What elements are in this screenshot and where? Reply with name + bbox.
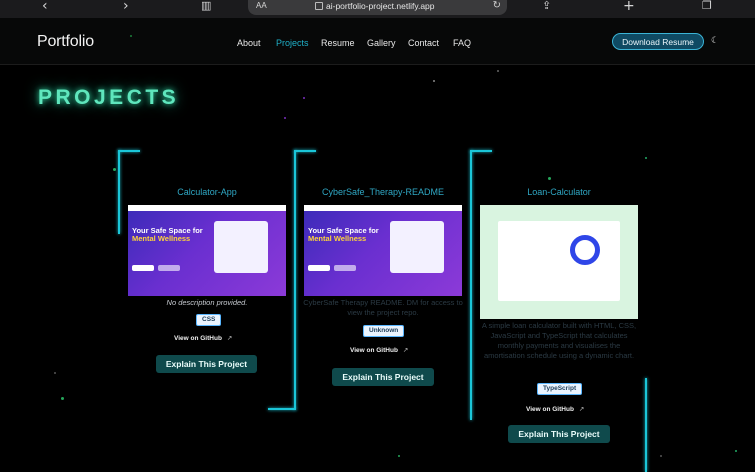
thumb-chat-panel — [390, 221, 444, 273]
download-resume-button[interactable]: Download Resume — [612, 33, 704, 50]
card-border-line — [118, 150, 140, 152]
lock-icon — [315, 2, 323, 10]
thumb-navbar — [304, 205, 462, 211]
star-dot — [61, 397, 64, 400]
brand-logo[interactable]: Portfolio — [37, 33, 94, 51]
github-link-label: View on GitHub — [174, 335, 222, 342]
plus-icon[interactable]: + — [623, 0, 635, 14]
star-dot — [660, 455, 662, 457]
tech-tag: TypeScript — [537, 383, 583, 395]
card-border-line — [294, 150, 296, 410]
nav-link-resume[interactable]: Resume — [321, 38, 355, 48]
nav-link-gallery[interactable]: Gallery — [367, 38, 396, 48]
project-thumbnail[interactable]: Your Safe Space for Mental Wellness — [128, 205, 286, 296]
project-thumbnail[interactable] — [480, 205, 638, 319]
nav-link-about[interactable]: About — [237, 38, 261, 48]
thumb-heading: Your Safe Space for Mental Wellness — [308, 226, 379, 243]
star-dot — [398, 455, 400, 457]
tabs-icon[interactable]: ❐ — [702, 0, 712, 14]
star-dot — [113, 168, 116, 171]
thumb-calculator-panel — [498, 221, 620, 301]
reload-icon[interactable]: ↻ — [493, 0, 501, 11]
chevron-left-icon[interactable]: ‹ — [42, 0, 48, 14]
github-link[interactable]: View on GitHub ↗ — [350, 346, 408, 354]
github-link-label: View on GitHub — [526, 406, 574, 413]
site-header: Portfolio About Projects Resume Gallery … — [0, 18, 755, 65]
thumb-button — [158, 265, 180, 271]
star-dot — [433, 80, 435, 82]
github-link[interactable]: View on GitHub ↗ — [526, 405, 584, 413]
star-dot — [497, 70, 499, 72]
thumb-navbar — [128, 205, 286, 211]
card-border-line — [268, 408, 296, 410]
external-link-icon: ↗ — [402, 347, 409, 354]
moon-icon[interactable]: ☾ — [711, 36, 719, 46]
explain-project-button[interactable]: Explain This Project — [332, 368, 434, 386]
star-dot — [645, 157, 647, 159]
project-description: No description provided. — [166, 298, 248, 307]
star-dot — [284, 117, 286, 119]
external-link-icon: ↗ — [226, 335, 233, 342]
star-dot — [735, 450, 737, 452]
star-dot — [54, 372, 56, 374]
nav-link-faq[interactable]: FAQ — [453, 38, 471, 48]
url-text[interactable]: ai-portfolio-project.netlify.app — [326, 1, 435, 11]
thumb-heading-highlight: Mental Wellness — [308, 234, 367, 243]
explain-project-button[interactable]: Explain This Project — [156, 355, 257, 373]
section-heading: PROJECTS — [38, 86, 180, 109]
card-border-line — [645, 378, 647, 472]
thumb-donut-chart — [570, 235, 600, 265]
github-link[interactable]: View on GitHub ↗ — [174, 334, 232, 342]
share-icon[interactable]: ⇪ — [542, 0, 551, 14]
nav-link-contact[interactable]: Contact — [408, 38, 439, 48]
browser-toolbar: ‹ › ▥ AA ai-portfolio-project.netlify.ap… — [0, 0, 755, 18]
thumb-chat-panel — [214, 221, 268, 273]
project-title[interactable]: CyberSafe_Therapy-README — [304, 187, 462, 197]
star-dot — [303, 97, 305, 99]
thumb-heading-highlight: Mental Wellness — [132, 234, 191, 243]
card-border-line — [470, 150, 492, 152]
nav-link-projects[interactable]: Projects — [276, 38, 309, 48]
project-title[interactable]: Loan-Calculator — [480, 187, 638, 197]
thumb-button — [308, 265, 330, 271]
reader-aa-button[interactable]: AA — [256, 1, 267, 10]
thumb-button — [132, 265, 154, 271]
star-dot — [130, 35, 132, 37]
explain-project-button[interactable]: Explain This Project — [508, 425, 610, 443]
chevron-right-icon[interactable]: › — [123, 0, 129, 14]
card-border-line — [470, 150, 472, 420]
external-link-icon: ↗ — [578, 406, 585, 413]
project-title[interactable]: Calculator-App — [128, 187, 286, 197]
thumb-heading: Your Safe Space for Mental Wellness — [132, 226, 203, 243]
thumb-button — [334, 265, 356, 271]
github-link-label: View on GitHub — [350, 347, 398, 354]
book-icon[interactable]: ▥ — [201, 0, 211, 14]
project-description: A simple loan calculator built with HTML… — [481, 321, 637, 360]
address-bar[interactable]: AA ai-portfolio-project.netlify.app ↻ — [248, 0, 507, 15]
card-border-line — [294, 150, 316, 152]
card-border-line — [118, 150, 120, 234]
project-thumbnail[interactable]: Your Safe Space for Mental Wellness — [304, 205, 462, 296]
tech-tag: CSS — [196, 314, 222, 326]
project-description: CyberSafe Therapy README. DM for access … — [303, 298, 463, 317]
tech-tag: Unknown — [363, 325, 405, 337]
star-dot — [548, 177, 551, 180]
